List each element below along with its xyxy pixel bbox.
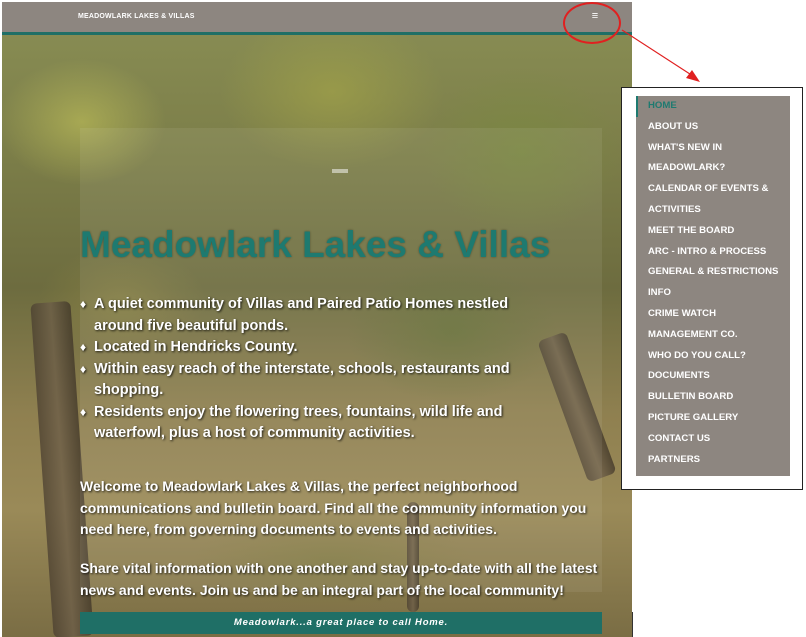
list-item: Located in Hendricks County. (80, 337, 520, 359)
hero-title: Meadowlark Lakes & Villas (80, 224, 551, 265)
menu-item-picture-gallery[interactable]: PICTURE GALLERY (636, 408, 790, 429)
list-item: Within easy reach of the interstate, sch… (80, 359, 520, 402)
menu-item-management-co[interactable]: MANAGEMENT CO. (636, 325, 790, 346)
annotation-circle (563, 2, 621, 44)
menu-item-whats-new-line2[interactable]: MEADOWLARK? (636, 158, 790, 179)
feature-list: A quiet community of Villas and Paired P… (80, 294, 520, 445)
list-item: Residents enjoy the flowering trees, fou… (80, 402, 520, 445)
menu-item-partners[interactable]: PARTNERS (636, 450, 790, 471)
menu-item-arc[interactable]: ARC - INTRO & PROCESS (636, 242, 790, 263)
list-item: A quiet community of Villas and Paired P… (80, 294, 520, 337)
dropdown-menu: HOME ABOUT US WHAT'S NEW IN MEADOWLARK? … (636, 96, 790, 476)
menu-item-calendar[interactable]: CALENDAR OF EVENTS & (636, 179, 790, 200)
menu-item-bulletin-board[interactable]: BULLETIN BOARD (636, 387, 790, 408)
nav-menu-callout: HOME ABOUT US WHAT'S NEW IN MEADOWLARK? … (621, 87, 803, 490)
menu-item-general-restrictions[interactable]: GENERAL & RESTRICTIONS (636, 262, 790, 283)
site-name[interactable]: MEADOWLARK LAKES & VILLAS (78, 13, 195, 20)
divider (632, 612, 633, 637)
menu-item-home[interactable]: HOME (636, 96, 790, 117)
tagline-banner: Meadowlark...a great place to call Home. (80, 612, 602, 634)
menu-item-calendar-line2[interactable]: ACTIVITIES (636, 200, 790, 221)
welcome-paragraph: Welcome to Meadowlark Lakes & Villas, th… (80, 478, 587, 537)
menu-item-documents[interactable]: DOCUMENTS (636, 366, 790, 387)
menu-item-contact-us[interactable]: CONTACT US (636, 429, 790, 450)
slide-indicator[interactable] (332, 169, 348, 173)
menu-item-whats-new[interactable]: WHAT'S NEW IN (636, 138, 790, 159)
menu-item-who-do-you-call[interactable]: WHO DO YOU CALL? (636, 346, 790, 367)
menu-item-about-us[interactable]: ABOUT US (636, 117, 790, 138)
share-paragraph: Share vital information with one another… (80, 560, 598, 598)
website-screenshot: MEADOWLARK LAKES & VILLAS ≡ Meadowlark L… (2, 2, 632, 637)
menu-item-crime-watch[interactable]: CRIME WATCH (636, 304, 790, 325)
menu-item-meet-the-board[interactable]: MEET THE BOARD (636, 221, 790, 242)
site-header: MEADOWLARK LAKES & VILLAS ≡ (2, 2, 632, 35)
menu-item-general-restrictions-line2[interactable]: INFO (636, 283, 790, 304)
